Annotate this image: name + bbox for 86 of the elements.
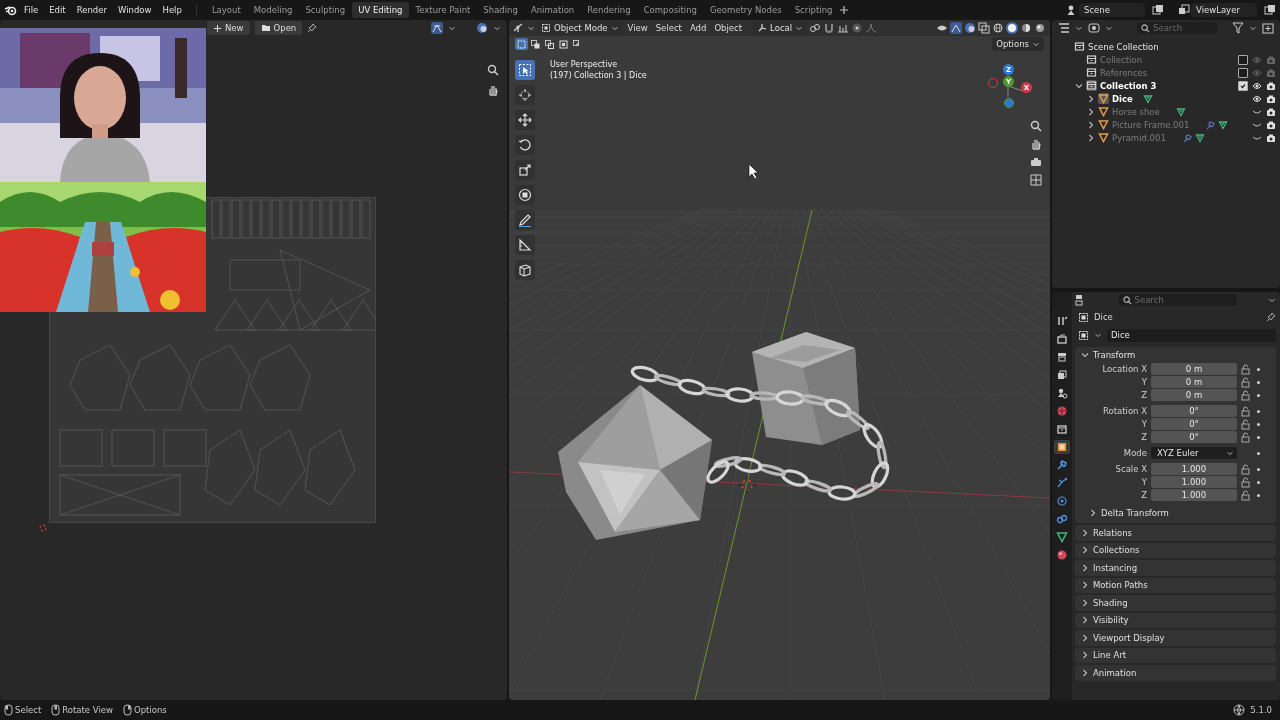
workspace-tab[interactable]: Modeling — [247, 2, 299, 18]
number-field[interactable]: 1.000 — [1151, 489, 1237, 501]
panel-header[interactable]: Animation — [1075, 665, 1276, 681]
panel-header[interactable]: Line Art — [1075, 647, 1276, 663]
workspace-tab[interactable]: Rendering — [581, 2, 637, 18]
panel-title: Shading — [1093, 597, 1128, 608]
panel-header[interactable]: Relations — [1075, 525, 1276, 541]
workspace-tab[interactable]: Geometry Nodes — [703, 2, 788, 18]
status-hint: Options — [133, 705, 167, 715]
field-label: Z — [1140, 432, 1147, 442]
view-layer-field[interactable]: ViewLayer — [1191, 3, 1257, 17]
number-field[interactable]: 0 m — [1151, 363, 1237, 375]
outliner-item[interactable]: Collection 3 — [1100, 80, 1157, 91]
workspace-tab[interactable]: UV Editing — [352, 2, 409, 18]
menu-item[interactable]: Edit — [44, 3, 71, 17]
outliner-item[interactable]: Pyramid.001 — [1112, 132, 1166, 143]
orientation-dropdown[interactable]: Local — [753, 21, 808, 35]
menu-item[interactable]: Object — [711, 23, 746, 33]
workspace-tab[interactable]: Scripting — [788, 2, 839, 18]
field-label: Z — [1140, 490, 1147, 500]
new-image-button[interactable]: New — [207, 21, 250, 35]
object-name: Dice — [1094, 312, 1113, 322]
outliner-item[interactable]: References — [1100, 67, 1148, 78]
panel-header[interactable]: Motion Paths — [1075, 577, 1276, 593]
search-field[interactable]: Search — [1137, 22, 1217, 34]
panel-title: Motion Paths — [1093, 580, 1148, 591]
number-field[interactable]: 0 m — [1151, 376, 1237, 388]
subpanel-title[interactable]: Delta Transform — [1101, 508, 1169, 518]
panel-title: Animation — [1093, 667, 1137, 678]
outliner-item[interactable]: Dice — [1112, 93, 1133, 104]
workspace-tab[interactable]: Compositing — [637, 2, 703, 18]
panel-header[interactable]: Collections — [1075, 542, 1276, 558]
panel-title: Viewport Display — [1093, 632, 1165, 643]
mode-dropdown[interactable]: XYZ Euler — [1151, 447, 1237, 459]
workspace-tab[interactable]: Animation — [524, 2, 581, 18]
open-image-button[interactable]: Open — [254, 21, 303, 35]
outliner-item[interactable]: Picture Frame.001 — [1112, 119, 1190, 130]
number-field[interactable]: 0 m — [1151, 389, 1237, 401]
field-label: Location X — [1101, 364, 1147, 374]
search-field[interactable]: Search — [1118, 294, 1237, 306]
workspace-tab[interactable]: Texture Paint — [409, 2, 477, 18]
panel-header[interactable]: Instancing — [1075, 560, 1276, 576]
options-dropdown[interactable]: Options — [992, 37, 1044, 51]
panel-title: Collections — [1093, 545, 1140, 556]
viewport-info-text: User Perspective — [550, 60, 619, 69]
number-field[interactable]: 0° — [1151, 405, 1237, 417]
number-field[interactable]: 1.000 — [1151, 463, 1237, 475]
field-label: Y — [1140, 419, 1147, 429]
panel-title: Transform — [1093, 350, 1136, 360]
object-name-field[interactable]: Dice — [1107, 328, 1276, 342]
menu-item[interactable]: Help — [157, 3, 187, 17]
panel-header[interactable]: Transform — [1075, 347, 1276, 363]
number-field[interactable]: 1.000 — [1151, 476, 1237, 488]
menu-item[interactable]: View — [624, 23, 651, 33]
panel-header[interactable]: Viewport Display — [1075, 630, 1276, 646]
workspace-tab[interactable]: Shading — [477, 2, 524, 18]
status-hint: Select — [15, 705, 42, 715]
status-hint: Rotate View — [62, 705, 113, 715]
menu-item[interactable]: Render — [71, 3, 112, 17]
version-text: 5.1.0 — [1250, 705, 1272, 715]
menu-item[interactable]: Window — [112, 3, 157, 17]
panel-header[interactable]: Visibility — [1075, 612, 1276, 628]
workspace-tab[interactable]: Sculpting — [299, 2, 352, 18]
viewport-info-text: (197) Collection 3 | Dice — [550, 71, 647, 80]
panel-header[interactable]: Shading — [1075, 595, 1276, 611]
menu-item[interactable]: Select — [652, 23, 685, 33]
field-label: Rotation X — [1101, 406, 1147, 416]
panel-title: Line Art — [1093, 650, 1127, 661]
outliner-item[interactable]: Horse shoe — [1112, 106, 1160, 117]
panel-title: Instancing — [1093, 562, 1138, 573]
field-label: Scale X — [1114, 464, 1147, 474]
field-label: Mode — [1122, 448, 1147, 458]
number-field[interactable]: 0° — [1151, 418, 1237, 430]
outliner-item[interactable]: Collection — [1100, 54, 1143, 65]
field-label: Z — [1140, 390, 1147, 400]
panel-title: Visibility — [1093, 615, 1129, 626]
menu-item[interactable]: File — [19, 3, 44, 17]
scene-field[interactable]: Scene — [1079, 3, 1145, 17]
outliner-item[interactable]: Scene Collection — [1088, 41, 1159, 52]
workspace-tab[interactable]: Layout — [205, 2, 247, 18]
menu-item[interactable]: Add — [686, 23, 710, 33]
panel-title: Relations — [1093, 527, 1133, 538]
number-field[interactable]: 0° — [1151, 431, 1237, 443]
field-label: Y — [1140, 377, 1147, 387]
mode-dropdown[interactable]: Object Mode — [537, 21, 623, 35]
field-label: Y — [1140, 477, 1147, 487]
